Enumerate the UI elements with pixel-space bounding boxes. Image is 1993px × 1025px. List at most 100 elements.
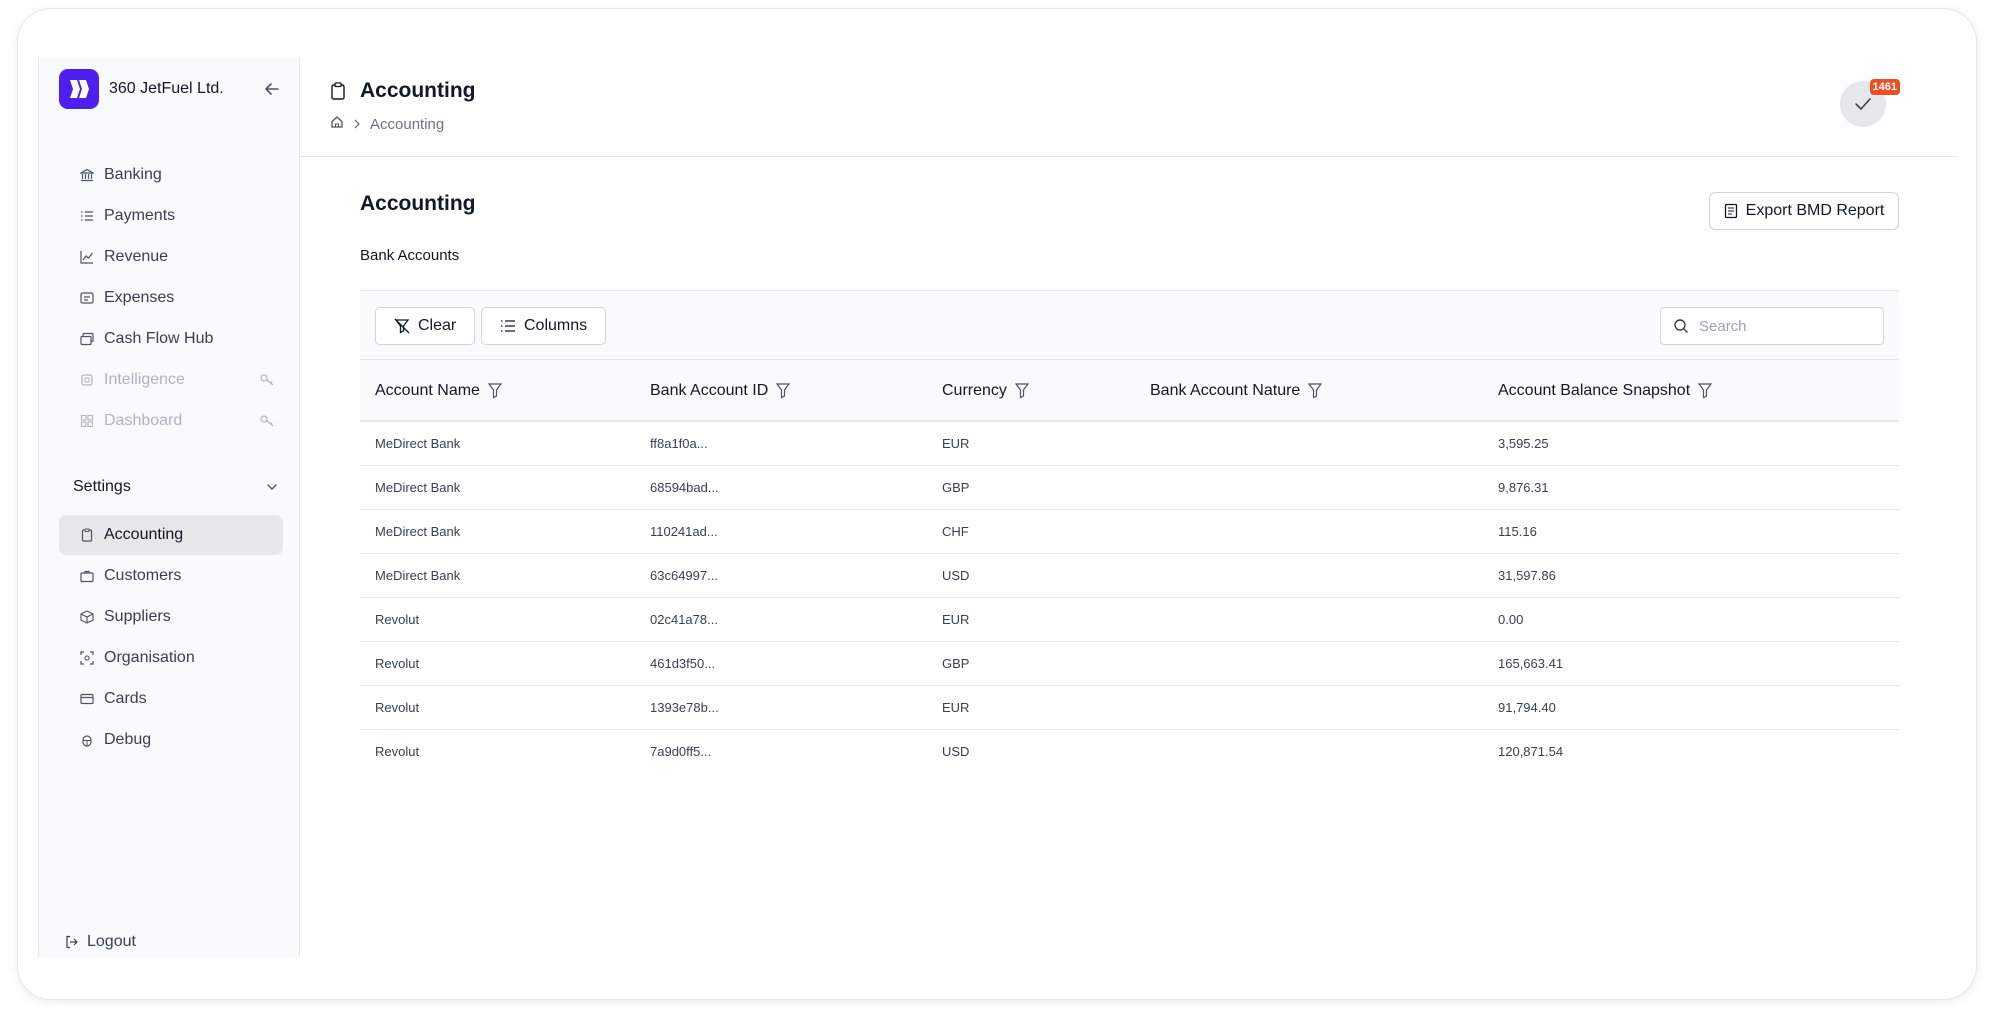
column-header-currency[interactable]: Currency bbox=[942, 382, 1029, 400]
arrow-left-icon bbox=[265, 83, 279, 95]
brand: 360 JetFuel Ltd. bbox=[59, 69, 284, 109]
cell-bank-account-id: 1393e78b... bbox=[650, 700, 719, 715]
sidebar-item-debug[interactable]: Debug bbox=[59, 720, 283, 760]
cell-account-name: MeDirect Bank bbox=[375, 524, 461, 539]
page-header: Accounting Accounting 1461 bbox=[300, 57, 1958, 157]
filter-icon[interactable] bbox=[1698, 383, 1713, 399]
logout-icon bbox=[65, 935, 79, 949]
export-label: Export BMD Report bbox=[1745, 202, 1885, 219]
columns-button[interactable]: Columns bbox=[481, 307, 607, 345]
cell-bank-account-id: 02c41a78... bbox=[650, 612, 718, 627]
cell-account-balance: 31,597.86 bbox=[1498, 568, 1556, 583]
cell-account-name: Revolut bbox=[375, 744, 420, 759]
cell-currency: USD bbox=[942, 568, 970, 583]
briefcase-icon bbox=[80, 569, 94, 583]
sidebar-item-revenue[interactable]: Revenue bbox=[59, 237, 283, 277]
cell-currency: EUR bbox=[942, 700, 970, 715]
filter-icon[interactable] bbox=[1308, 383, 1323, 399]
settings-label: Settings bbox=[73, 478, 131, 495]
table-row[interactable]: Revolut 1393e78b... EUR 91,794.40 bbox=[360, 686, 1899, 730]
sidebar-item-banking[interactable]: Banking bbox=[59, 155, 283, 195]
clear-filters-button[interactable]: Clear bbox=[375, 307, 476, 345]
sidebar-item-label: Cards bbox=[104, 690, 147, 707]
breadcrumb-item-accounting[interactable]: Accounting bbox=[370, 116, 444, 133]
sidebar-item-accounting[interactable]: Accounting bbox=[59, 515, 283, 555]
column-label: Currency bbox=[942, 382, 1007, 399]
chevron-right-icon bbox=[352, 118, 362, 130]
sidebar-item-label: Debug bbox=[104, 731, 152, 748]
list-icon bbox=[80, 209, 94, 223]
notification-count-badge: 1461 bbox=[1869, 79, 1900, 95]
report-icon bbox=[1724, 203, 1738, 219]
notifications-button[interactable]: 1461 bbox=[1840, 79, 1900, 127]
table-row[interactable]: Revolut 02c41a78... EUR 0.00 bbox=[360, 598, 1899, 642]
cell-account-balance: 120,871.54 bbox=[1498, 744, 1564, 759]
sidebar-item-label: Cash Flow Hub bbox=[104, 330, 214, 347]
collapse-sidebar-button[interactable] bbox=[260, 77, 284, 101]
jetfuel-logo-icon bbox=[59, 69, 99, 109]
sidebar-item-label: Accounting bbox=[104, 526, 184, 543]
cell-currency: GBP bbox=[942, 480, 970, 495]
export-bmd-report-button[interactable]: Export BMD Report bbox=[1709, 192, 1899, 230]
table-row[interactable]: MeDirect Bank 63c64997... USD 31,597.86 bbox=[360, 554, 1899, 598]
sidebar-item-label: Organisation bbox=[104, 649, 195, 666]
page-title: Accounting bbox=[360, 79, 476, 102]
search-input[interactable] bbox=[1699, 317, 1869, 335]
search-icon bbox=[1674, 319, 1688, 333]
table-row[interactable]: MeDirect Bank ff8a1f0a... EUR 3,595.25 bbox=[360, 422, 1899, 466]
table-header: Account Name Bank Account ID Currency Ba… bbox=[360, 360, 1899, 422]
table-row[interactable]: MeDirect Bank 68594bad... GBP 9,876.31 bbox=[360, 466, 1899, 510]
cell-currency: EUR bbox=[942, 436, 970, 451]
sidebar-item-label: Revenue bbox=[104, 248, 169, 265]
sidebar-item-intelligence: Intelligence bbox=[59, 360, 283, 400]
settings-section-toggle[interactable]: Settings bbox=[73, 475, 279, 499]
table-toolbar: Clear Columns bbox=[360, 290, 1899, 360]
chart-line-icon bbox=[80, 250, 94, 264]
sidebar-item-expenses[interactable]: Expenses bbox=[59, 278, 283, 318]
cell-account-name: Revolut bbox=[375, 700, 420, 715]
filter-icon[interactable] bbox=[1014, 383, 1029, 399]
chevron-down-icon bbox=[267, 484, 277, 490]
page-title-wrap: Accounting bbox=[330, 79, 476, 103]
cell-account-name: Revolut bbox=[375, 656, 420, 671]
table-row[interactable]: Revolut 461d3f50... GBP 165,663.41 bbox=[360, 642, 1899, 686]
company-name: 360 JetFuel Ltd. bbox=[109, 80, 224, 97]
search-box bbox=[1660, 307, 1884, 345]
home-icon[interactable] bbox=[330, 115, 344, 133]
cash-stack-icon bbox=[80, 332, 94, 346]
sidebar-item-suppliers[interactable]: Suppliers bbox=[59, 597, 283, 637]
clipboard-icon bbox=[331, 82, 345, 100]
cell-bank-account-id: ff8a1f0a... bbox=[650, 436, 708, 451]
clear-label: Clear bbox=[418, 317, 457, 334]
sidebar-item-customers[interactable]: Customers bbox=[59, 556, 283, 596]
sidebar: 360 JetFuel Ltd. Banking Payments Revenu… bbox=[38, 57, 300, 957]
column-header-account-name[interactable]: Account Name bbox=[375, 382, 502, 400]
logout-button[interactable]: Logout bbox=[65, 933, 136, 951]
sidebar-item-payments[interactable]: Payments bbox=[59, 196, 283, 236]
table-row[interactable]: MeDirect Bank 110241ad... CHF 115.16 bbox=[360, 510, 1899, 554]
table-row[interactable]: Revolut 7a9d0ff5... USD 120,871.54 bbox=[360, 730, 1899, 774]
bug-icon bbox=[80, 733, 94, 747]
filter-icon[interactable] bbox=[487, 383, 502, 399]
column-header-bank-account-id[interactable]: Bank Account ID bbox=[650, 382, 791, 400]
cell-currency: CHF bbox=[942, 524, 969, 539]
brain-icon bbox=[80, 373, 94, 387]
sidebar-item-cash-flow-hub[interactable]: Cash Flow Hub bbox=[59, 319, 283, 359]
filter-icon[interactable] bbox=[776, 383, 791, 399]
grid-icon bbox=[80, 414, 94, 428]
cell-account-balance: 91,794.40 bbox=[1498, 700, 1556, 715]
filter-clear-icon bbox=[394, 318, 410, 334]
column-header-account-balance-snapshot[interactable]: Account Balance Snapshot bbox=[1498, 382, 1713, 400]
bank-icon bbox=[80, 168, 94, 182]
column-header-bank-account-nature[interactable]: Bank Account Nature bbox=[1150, 382, 1323, 400]
logout-label: Logout bbox=[87, 933, 136, 950]
columns-label: Columns bbox=[524, 317, 588, 334]
cell-bank-account-id: 68594bad... bbox=[650, 480, 719, 495]
cell-account-name: MeDirect Bank bbox=[375, 436, 461, 451]
sidebar-item-organisation[interactable]: Organisation bbox=[59, 638, 283, 678]
sidebar-item-label: Dashboard bbox=[104, 412, 183, 429]
sidebar-item-cards[interactable]: Cards bbox=[59, 679, 283, 719]
sidebar-item-label: Banking bbox=[104, 166, 162, 183]
credit-card-icon bbox=[80, 692, 94, 706]
key-icon bbox=[260, 414, 275, 433]
